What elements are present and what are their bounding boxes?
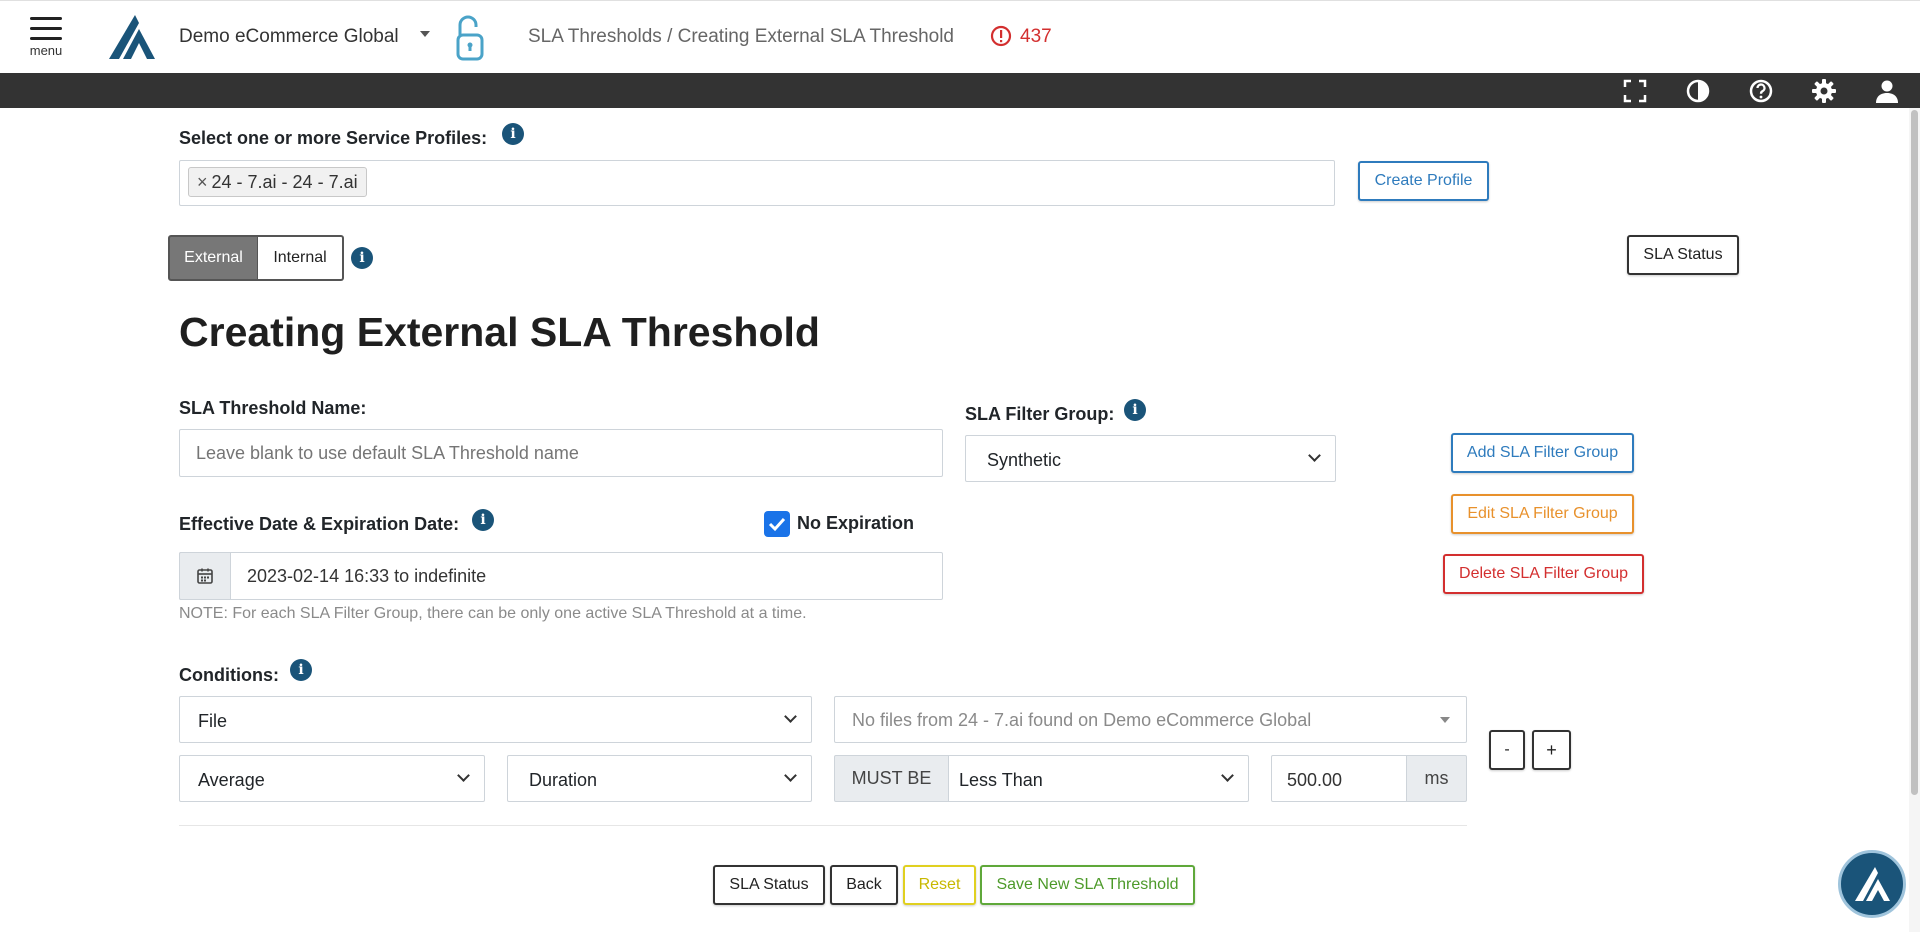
threshold-name-input[interactable] [179,429,943,477]
no-expiration-label[interactable]: No Expiration [797,513,914,534]
tag-remove-icon[interactable]: × [197,172,208,192]
external-toggle-button[interactable]: External [168,235,259,281]
file-select[interactable]: No files from 24 - 7.ai found on Demo eC… [834,696,1467,743]
chat-launcher-button[interactable] [1838,850,1906,918]
unit-addon: ms [1406,755,1467,802]
chevron-down-icon [784,710,797,723]
alert-count[interactable]: 437 [1020,26,1052,48]
company-logo-icon[interactable] [105,13,159,61]
org-name[interactable]: Demo eCommerce Global [179,26,399,48]
date-range-value: 2023-02-14 16:33 to indefinite [247,566,487,586]
filter-group-info-icon[interactable]: i [1124,399,1146,421]
selected-profile-tag-label: 24 - 7.ai - 24 - 7.ai [211,172,358,192]
alert-icon[interactable] [990,25,1012,47]
operator-select[interactable]: Less Than [948,755,1249,802]
hamburger-icon [30,17,62,40]
filter-group-select[interactable]: Synthetic [965,435,1336,482]
add-filter-group-button[interactable]: Add SLA Filter Group [1451,433,1634,473]
back-button[interactable]: Back [830,865,898,905]
service-profiles-label: Select one or more Service Profiles: [179,128,488,148]
chat-logo-icon [1855,867,1890,901]
settings-icon[interactable] [1811,78,1837,104]
date-range-input[interactable]: 2023-02-14 16:33 to indefinite [179,552,943,600]
page-title: Creating External SLA Threshold [179,309,820,355]
breadcrumb: SLA Thresholds / Creating External SLA T… [528,26,954,47]
create-profile-button[interactable]: Create Profile [1358,161,1489,201]
scrollbar-thumb[interactable] [1911,110,1918,795]
edit-filter-group-button[interactable]: Edit SLA Filter Group [1451,494,1634,534]
remove-condition-button[interactable]: - [1489,730,1525,770]
delete-filter-group-button[interactable]: Delete SLA Filter Group [1443,554,1644,594]
calendar-addon[interactable] [179,552,231,600]
sla-status-top-button[interactable]: SLA Status [1627,235,1739,275]
help-icon[interactable] [1748,78,1774,104]
no-expiration-checkbox[interactable] [764,511,790,537]
threshold-name-label: SLA Threshold Name: [179,398,367,418]
chevron-down-icon [784,769,797,782]
condition-type-value: File [198,711,228,731]
threshold-value-input[interactable]: 500.00 [1271,755,1407,802]
user-icon[interactable] [1874,78,1900,104]
org-dropdown-caret-icon[interactable] [420,31,430,37]
fullscreen-icon[interactable] [1622,78,1648,104]
metric-value: Duration [529,770,598,790]
aggregate-value: Average [198,770,265,790]
chevron-down-icon [457,769,470,782]
sla-status-button[interactable]: SLA Status [713,865,825,905]
chevron-down-icon [1221,769,1234,782]
divider [179,825,1467,826]
checkmark-icon [768,517,786,532]
metric-select[interactable]: Duration [507,755,812,802]
condition-type-select[interactable]: File [179,696,812,743]
caret-down-icon [1440,717,1450,723]
reset-button[interactable]: Reset [903,865,976,905]
operator-value: Less Than [959,770,1043,790]
internal-toggle-button[interactable]: Internal [258,235,344,281]
menu-label: menu [29,43,63,58]
menu-button[interactable]: menu [24,15,68,67]
contrast-icon[interactable] [1685,78,1711,104]
threshold-value: 500.00 [1287,770,1343,790]
filter-group-selected-value: Synthetic [987,450,1062,470]
must-be-addon: MUST BE [834,755,949,802]
dates-label: Effective Date & Expiration Date: [179,514,460,534]
top-bar: menu Demo eCommerce Global SLA Threshold… [0,0,1920,73]
toolbar [0,73,1920,108]
conditions-label: Conditions: [179,665,279,685]
aggregate-select[interactable]: Average [179,755,485,802]
dates-info-icon[interactable]: i [472,509,494,531]
file-select-placeholder: No files from 24 - 7.ai found on Demo eC… [852,710,1312,730]
service-profiles-info-icon[interactable]: i [502,123,524,145]
sla-note: NOTE: For each SLA Filter Group, there c… [179,605,807,622]
calendar-icon [197,568,213,584]
unlocked-icon[interactable] [452,13,488,63]
filter-group-label: SLA Filter Group: [965,404,1115,424]
save-threshold-button[interactable]: Save New SLA Threshold [980,865,1195,905]
toggle-info-icon[interactable]: i [351,247,373,269]
chevron-down-icon [1308,449,1321,462]
conditions-info-icon[interactable]: i [290,659,312,681]
selected-profile-tag: × 24 - 7.ai - 24 - 7.ai [188,167,367,197]
add-condition-button[interactable]: + [1532,730,1571,770]
